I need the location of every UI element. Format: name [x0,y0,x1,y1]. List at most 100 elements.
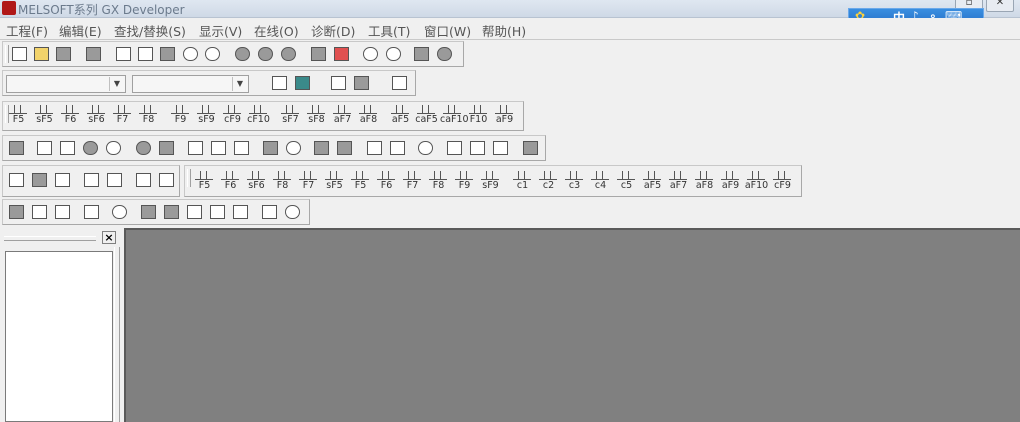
menu-edit[interactable]: 编辑(E) [59,21,102,40]
menu-find-replace[interactable]: 查找/替换(S) [114,21,186,40]
parallel-nc-key[interactable]: sF6 [84,104,109,126]
timer-chart-icon[interactable] [110,203,130,222]
block-select[interactable]: ▼ [132,75,249,93]
read-mode-icon[interactable] [329,74,349,93]
tool-icon-7[interactable] [157,139,177,158]
sfc-vertical-line-key[interactable]: sF9 [478,170,503,192]
tool-icon-1[interactable] [7,139,27,158]
tool-icon-11[interactable] [261,139,281,158]
sfc-afk8-key[interactable]: aF8 [692,170,717,192]
sfc-comment-c2-key[interactable]: c2 [536,170,561,192]
menu-tools[interactable]: 工具(T) [368,21,410,40]
operation-falling-key[interactable]: caF5 [414,104,439,126]
device-test-icon[interactable] [185,203,205,222]
sfc-end-key[interactable]: F7 [296,170,321,192]
menu-help[interactable]: 帮助(H) [482,21,526,40]
tool-icon-12[interactable] [284,139,304,158]
find-coil-icon[interactable] [53,203,73,222]
comment-view-icon[interactable] [390,74,410,93]
coil-key[interactable]: F7 [110,104,135,126]
sfc-comment-c4-key[interactable]: c4 [588,170,613,192]
sfc-select-branch-key[interactable]: F6 [374,170,399,192]
panel-splitter[interactable] [114,247,120,422]
new-icon[interactable] [10,45,30,64]
delete-line-key[interactable]: aF9 [492,104,517,126]
contact-nc-key[interactable]: F6 [58,104,83,126]
sfc-block-start-key[interactable]: F6 [218,170,243,192]
sample-trace-icon[interactable] [260,203,280,222]
tool-icon-14[interactable] [335,139,355,158]
sfc-comment-c1-key[interactable]: c1 [510,170,535,192]
menu-diagnostics[interactable]: 诊断(D) [311,21,355,40]
sfc-afk7-key[interactable]: aF7 [666,170,691,192]
comment-icon[interactable] [435,45,455,64]
tool-icon-21[interactable] [521,139,541,158]
find-instruction-icon[interactable] [256,45,276,64]
hand-icon[interactable] [283,203,303,222]
force-on-icon[interactable] [208,203,228,222]
write-mode-icon[interactable] [352,74,372,93]
sfc-tool-icon-7[interactable] [157,171,177,190]
sfc-jump-key[interactable]: F8 [270,170,295,192]
find-device-icon[interactable] [233,45,253,64]
read-plc-icon[interactable] [332,45,352,64]
binoculars-icon[interactable] [7,203,27,222]
sfc-tool-icon-6[interactable] [134,171,154,190]
monitor-start-icon[interactable] [361,45,381,64]
toolbar-grip[interactable] [5,45,9,63]
draw-line-key[interactable]: F10 [466,104,491,126]
close-window-button[interactable]: ✕ [986,0,1014,12]
find-step-icon[interactable] [279,45,299,64]
sfc-comment-c3-key[interactable]: c3 [562,170,587,192]
tool-icon-2[interactable] [35,139,55,158]
tool-icon-4[interactable] [81,139,101,158]
tool-icon-20[interactable] [491,139,511,158]
project-tree[interactable] [5,251,113,422]
menu-online[interactable]: 在线(O) [254,21,299,40]
ladder-view-icon[interactable] [270,74,290,93]
sfc-cfk9-key[interactable]: cF9 [770,170,795,192]
parallel-no-key[interactable]: sF5 [32,104,57,126]
redo-icon[interactable] [203,45,223,64]
sfc-tool-icon-4[interactable] [82,171,102,190]
sfc-afk9-key[interactable]: aF9 [718,170,743,192]
entry-monitor-icon[interactable] [139,203,159,222]
force-off-icon[interactable] [231,203,251,222]
tool-icon-13[interactable] [312,139,332,158]
invert-result-key[interactable]: caF10 [440,104,469,126]
mdi-work-area[interactable] [124,228,1020,422]
sfc-tool-icon-5[interactable] [105,171,125,190]
sfc-comment-c5-key[interactable]: c5 [614,170,639,192]
cut-icon[interactable] [114,45,134,64]
tool-icon-17[interactable] [416,139,436,158]
sfc-transition-key[interactable]: F5 [348,170,373,192]
delete-horizontal-key[interactable]: cF9 [220,104,245,126]
save-icon[interactable] [54,45,74,64]
program-select[interactable]: ▼ [6,75,126,93]
open-icon[interactable] [32,45,52,64]
tool-icon-18[interactable] [445,139,465,158]
sfc-dummy-step-key[interactable]: sF5 [322,170,347,192]
sfc-afk5-key[interactable]: aF5 [640,170,665,192]
tool-icon-9[interactable] [209,139,229,158]
menu-view[interactable]: 显示(V) [199,21,242,40]
contact-no-key[interactable]: F5 [6,104,31,126]
tool-icon-16[interactable] [388,139,408,158]
application-instruction-key[interactable]: F8 [136,104,161,126]
jump-icon[interactable] [82,203,102,222]
print-icon[interactable] [84,45,104,64]
batch-monitor-icon[interactable] [162,203,182,222]
copy-icon[interactable] [136,45,156,64]
tool-icon-3[interactable] [58,139,78,158]
list-view-icon[interactable] [293,74,313,93]
monitor-stop-icon[interactable] [384,45,404,64]
sfc-select-join-key[interactable]: F8 [426,170,451,192]
sfc-parallel-join-key[interactable]: F9 [452,170,477,192]
falling-pulse-key[interactable]: sF8 [304,104,329,126]
sfc-end-step-key[interactable]: sF6 [244,170,269,192]
sfc-parallel-branch-key[interactable]: F7 [400,170,425,192]
tool-icon-15[interactable] [365,139,385,158]
tool-icon-6[interactable] [134,139,154,158]
paste-icon[interactable] [158,45,178,64]
write-plc-icon[interactable] [309,45,329,64]
